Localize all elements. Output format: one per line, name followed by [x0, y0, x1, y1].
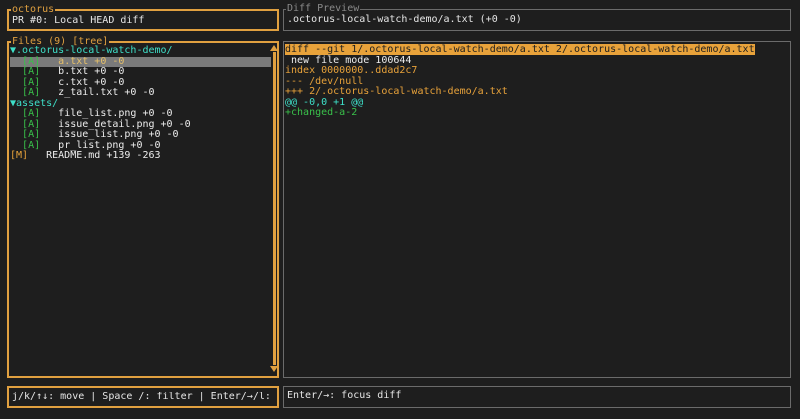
diff-content: diff --git 1/.octorus-local-watch-demo/a…: [285, 44, 786, 119]
tree-file[interactable]: [M] README.md +139 -263: [10, 150, 271, 162]
file-name: c.txt +0 -0: [58, 76, 125, 88]
file-name: a.txt +0 -0: [58, 55, 125, 67]
scroll-down-icon[interactable]: [270, 366, 278, 372]
diff-panel[interactable]: diff --git 1/.octorus-local-watch-demo/a…: [283, 41, 791, 378]
tree-directory[interactable]: ▼.octorus-local-watch-demo/: [10, 45, 271, 57]
diff-preview-title: Diff Preview: [286, 3, 361, 14]
diff-line-text: diff --git 1/.octorus-local-watch-demo/a…: [285, 44, 755, 55]
footer-help-panel: j/k/↑↓: move | Space /: filter | Enter/→…: [7, 386, 279, 408]
diff-line: +changed-a-2: [285, 107, 786, 119]
diff-line-text: index 0000000..ddad2c7: [285, 65, 418, 76]
file-status-badge: [A]: [22, 108, 41, 119]
file-status-badge: [A]: [22, 129, 41, 140]
diff-line-text: @@ -0,0 +1 @@: [285, 96, 364, 108]
diff-line-text: --- /dev/null: [285, 75, 364, 87]
file-list-scrollbar[interactable]: [273, 52, 276, 365]
file-tree: ▼.octorus-local-watch-demo/ [A] a.txt +0…: [10, 45, 271, 162]
diff-line-text: +changed-a-2: [285, 107, 358, 118]
tree-file[interactable]: [A] b.txt +0 -0: [10, 66, 271, 78]
file-name: issue_list.png +0 -0: [58, 129, 179, 140]
diff-line: @@ -0,0 +1 @@: [285, 96, 786, 109]
directory-name: .octorus-local-watch-demo/: [16, 45, 173, 56]
diff-line-text: new file mode 100644: [285, 54, 412, 66]
file-status-badge: [A]: [22, 118, 41, 130]
diff-preview-header: Diff Preview .octorus-local-watch-demo/a…: [283, 3, 791, 31]
scroll-up-icon[interactable]: [270, 45, 278, 51]
file-name: pr_list.png +0 -0: [58, 139, 161, 151]
file-status-badge: [M]: [10, 150, 29, 161]
directory-name: assets/: [16, 97, 59, 109]
file-status-badge: [A]: [22, 55, 41, 67]
file-name: README.md +139 -263: [46, 150, 161, 161]
file-status-badge: [A]: [22, 76, 41, 88]
file-status-badge: [A]: [22, 66, 41, 77]
footer-help-text: j/k/↑↓: move | Space /: filter | Enter/→…: [12, 392, 271, 402]
pr-title: PR #0: Local HEAD diff: [12, 15, 145, 26]
file-name: z_tail.txt +0 -0: [58, 87, 155, 98]
file-status-badge: [A]: [22, 87, 41, 98]
diff-line-text: +++ 2/.octorus-local-watch-demo/a.txt: [285, 86, 508, 97]
file-status-badge: [A]: [22, 139, 41, 151]
file-name: issue_detail.png +0 -0: [58, 118, 191, 130]
file-name: b.txt +0 -0: [58, 66, 125, 77]
header-panel: octorus PR #0: Local HEAD diff: [7, 4, 279, 31]
files-panel[interactable]: Files (9) [tree] ▼.octorus-local-watch-d…: [7, 36, 279, 378]
app-title: octorus: [11, 4, 56, 15]
file-name: file_list.png +0 -0: [58, 108, 173, 119]
footer-diff-help-text: Enter/→: focus diff: [287, 390, 402, 401]
footer-diff-help-panel: Enter/→: focus diff: [283, 386, 791, 408]
diff-preview-path: .octorus-local-watch-demo/a.txt (+0 -0): [287, 14, 522, 25]
